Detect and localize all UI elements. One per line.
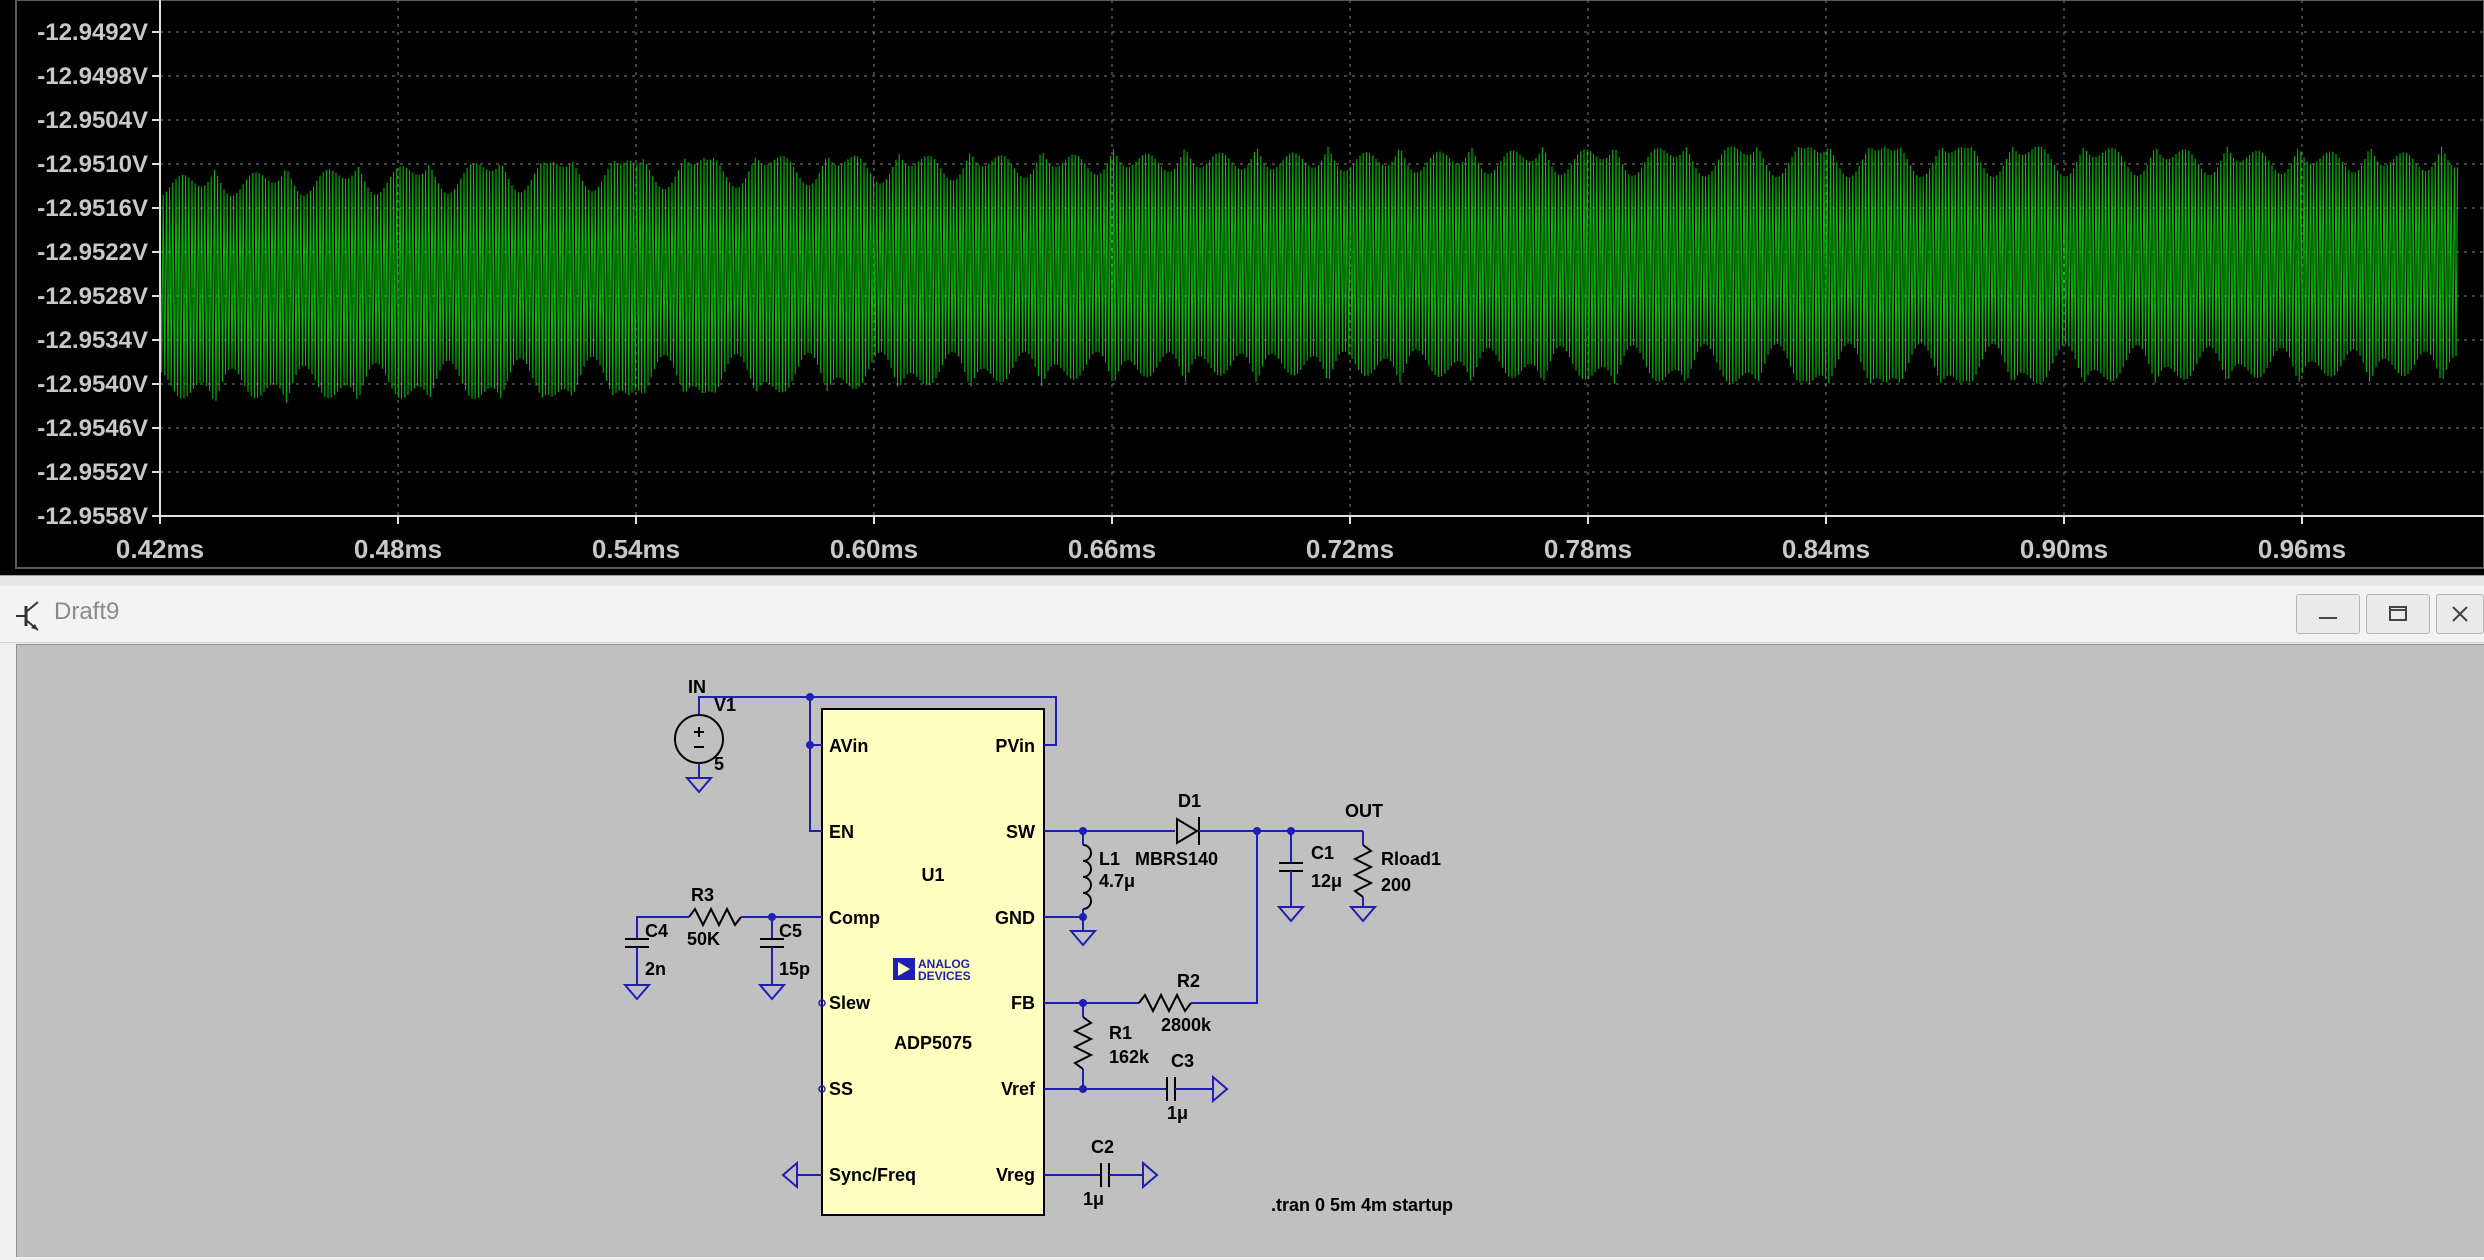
y-tick-label: -12.9534V [37,327,148,354]
c2-value: 1μ [1083,1189,1104,1209]
d1-diode[interactable] [1176,817,1257,845]
pin-en-label: EN [829,822,854,842]
pin-slew-label: Slew [829,993,871,1013]
r1-name: R1 [1109,1023,1132,1043]
maximize-button[interactable] [2366,594,2430,634]
schematic-drawing[interactable]: AVin EN Comp Slew SS Sync/Freq PVin SW G… [17,645,2484,1257]
x-tick-label: 0.42ms [116,534,204,564]
y-tick-label: -12.9540V [37,371,148,398]
maximize-icon [2389,606,2407,621]
ground-symbol [1068,930,1098,947]
y-tick-label: -12.9510V [37,151,148,178]
spice-directive[interactable]: .tran 0 5m 4m startup [1271,1195,1453,1215]
u1-part-number: ADP5075 [894,1033,972,1053]
d1-value: MBRS140 [1135,849,1218,869]
y-tick-label: -12.9558V [37,503,148,530]
c3-capacitor[interactable] [1166,1074,1229,1104]
pin-gnd-label: GND [995,908,1035,928]
ground-symbol [684,777,714,794]
x-tick-label: 0.78ms [1544,534,1632,564]
c4-name: C4 [645,921,668,941]
pin-comp-label: Comp [829,908,880,928]
y-tick-label: -12.9516V [37,195,148,222]
y-tick-label: -12.9528V [37,283,148,310]
c3-value: 1μ [1167,1103,1188,1123]
close-icon [2452,606,2468,622]
c2-name: C2 [1091,1137,1114,1157]
u1-name: U1 [921,865,944,885]
c1-name: C1 [1311,843,1334,863]
d1-name: D1 [1178,791,1201,811]
waveform-pane[interactable]: -12.9492V -12.9498V -12.9504V -12.9510V -12.… [0,0,2484,575]
wire-in-en [809,697,822,832]
net-in-label: IN [688,677,706,697]
x-tick-label: 0.90ms [2020,534,2108,564]
y-tick-label: -12.9522V [37,239,148,266]
y-axis-ticks: -12.9492V -12.9498V -12.9504V -12.9510V -12.… [37,19,160,530]
minimize-button[interactable] [2296,594,2360,634]
y-tick-label: -12.9492V [37,19,148,46]
rload1-name: Rload1 [1381,849,1441,869]
schematic-canvas[interactable]: AVin EN Comp Slew SS Sync/Freq PVin SW G… [16,644,2484,1257]
pin-vref-label: Vref [1001,1079,1036,1099]
net-out-label: OUT [1345,801,1383,821]
r3-value: 50K [687,929,720,949]
u1-component[interactable]: AVin EN Comp Slew SS Sync/Freq PVin SW G… [821,708,1045,1216]
x-tick-label: 0.72ms [1306,534,1394,564]
title-bar[interactable]: Draft9 [0,586,2484,643]
x-axis-ticks: 0.42ms 0.48ms 0.54ms 0.60ms 0.66ms 0.72ms 0.78… [116,516,2346,564]
c2-capacitor[interactable] [1100,1160,1159,1190]
c5-value: 15p [779,959,810,979]
r3-name: R3 [691,885,714,905]
y-tick-label: -12.9498V [37,63,148,90]
analog-devices-logo: ANALOG DEVICES [893,957,971,983]
y-tick-label: -12.9546V [37,415,148,442]
c3-name: C3 [1171,1051,1194,1071]
waveform-plot[interactable]: -12.9492V -12.9498V -12.9504V -12.9510V -12.… [0,0,2484,575]
rload1-resistor[interactable] [1348,831,1378,923]
window-title: Draft9 [54,598,120,625]
r1-value: 162k [1109,1047,1150,1067]
x-tick-label: 0.66ms [1068,534,1156,564]
minimize-icon [2319,617,2337,619]
r1-resistor[interactable] [1072,1003,1094,1089]
r2-value: 2800k [1161,1015,1212,1035]
c5-name: C5 [779,921,802,941]
y-tick-label: -12.9504V [37,107,148,134]
pin-vreg-label: Vreg [996,1165,1035,1185]
schematic-window[interactable]: Draft9 AVin EN Comp Slew SS Sync/Freq PV… [0,586,2484,1260]
pin-ss-label: SS [829,1079,853,1099]
c1-capacitor[interactable] [1276,831,1306,923]
pin-avin-label: AVin [829,736,868,756]
x-tick-label: 0.84ms [1782,534,1870,564]
sync-freq-ground [781,1160,822,1190]
l1-value: 4.7μ [1099,871,1135,891]
pin-pvin-label: PVin [995,736,1035,756]
c1-value: 12μ [1311,871,1342,891]
x-tick-label: 0.96ms [2258,534,2346,564]
close-button[interactable] [2436,594,2484,634]
logo-line2: DEVICES [918,969,971,983]
c4-value: 2n [645,959,666,979]
v1-value: 5 [714,754,724,774]
pin-fb-label: FB [1011,993,1035,1013]
trace-line[interactable] [159,146,2459,403]
x-tick-label: 0.60ms [830,534,918,564]
pin-sw-label: SW [1006,822,1035,842]
x-tick-label: 0.48ms [354,534,442,564]
r2-name: R2 [1177,971,1200,991]
transistor-icon [16,601,39,631]
rload1-value: 200 [1381,875,1411,895]
y-tick-label: -12.9552V [37,459,148,486]
pin-sync-label: Sync/Freq [829,1165,916,1185]
l1-name: L1 [1099,849,1120,869]
x-tick-label: 0.54ms [592,534,680,564]
trace-waveform[interactable] [159,146,2459,403]
